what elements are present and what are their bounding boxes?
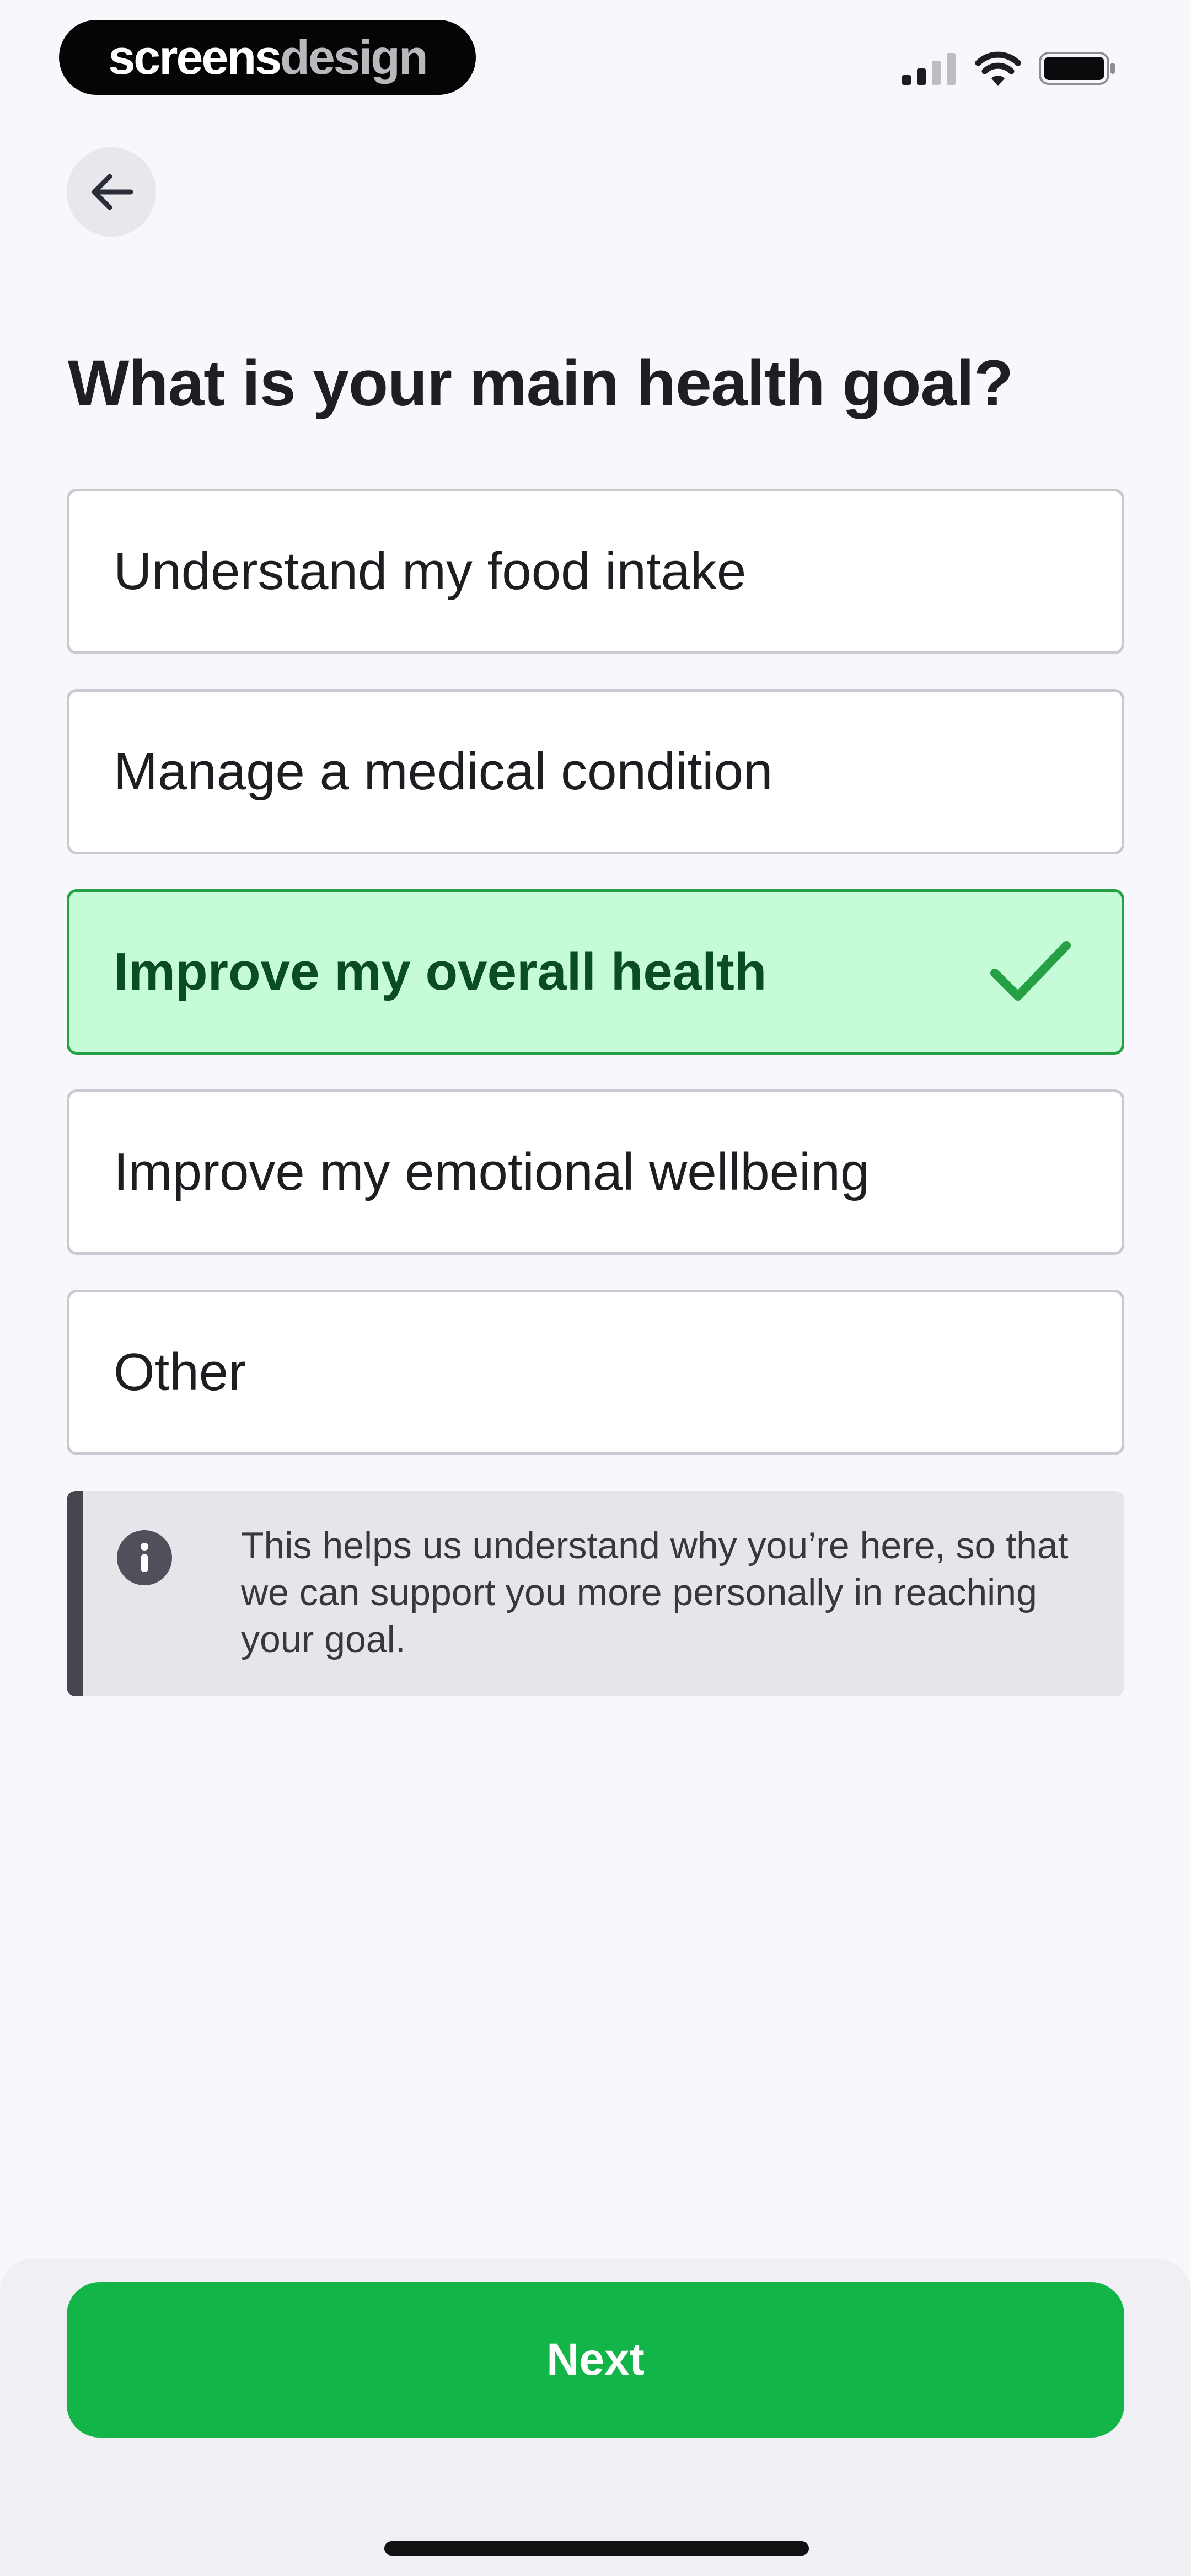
page-title: What is your main health goal? [68,347,1013,420]
option-label: Understand my food intake [114,542,747,601]
option-label: Improve my emotional wellbeing [114,1142,870,1201]
option-label: Improve my overall health [114,942,767,1001]
brand-logo-part2: design [280,30,428,84]
option-manage-medical-condition[interactable]: Manage a medical condition [67,689,1124,854]
battery-icon [1039,52,1115,85]
signal-icon [902,53,956,85]
option-label: Other [114,1343,246,1402]
wifi-icon [975,51,1021,86]
option-understand-food-intake[interactable]: Understand my food intake [67,489,1124,654]
option-improve-emotional-wellbeing[interactable]: Improve my emotional wellbeing [67,1089,1124,1255]
arrow-left-icon [92,174,133,210]
option-improve-overall-health[interactable]: Improve my overall health [67,889,1124,1055]
option-other[interactable]: Other [67,1290,1124,1455]
brand-logo: screens design [59,20,476,95]
checkmark-icon [990,941,1071,1001]
next-button[interactable]: Next [67,2282,1124,2438]
home-indicator[interactable] [384,2541,809,2556]
info-icon [117,1530,172,1585]
options-list: Understand my food intake Manage a medic… [67,489,1124,1490]
info-text: This helps us understand why you’re here… [241,1525,1069,1660]
brand-logo-part1: screens [108,30,282,84]
option-label: Manage a medical condition [114,742,773,801]
status-bar: screens design [0,0,1191,116]
back-button[interactable] [67,147,156,237]
